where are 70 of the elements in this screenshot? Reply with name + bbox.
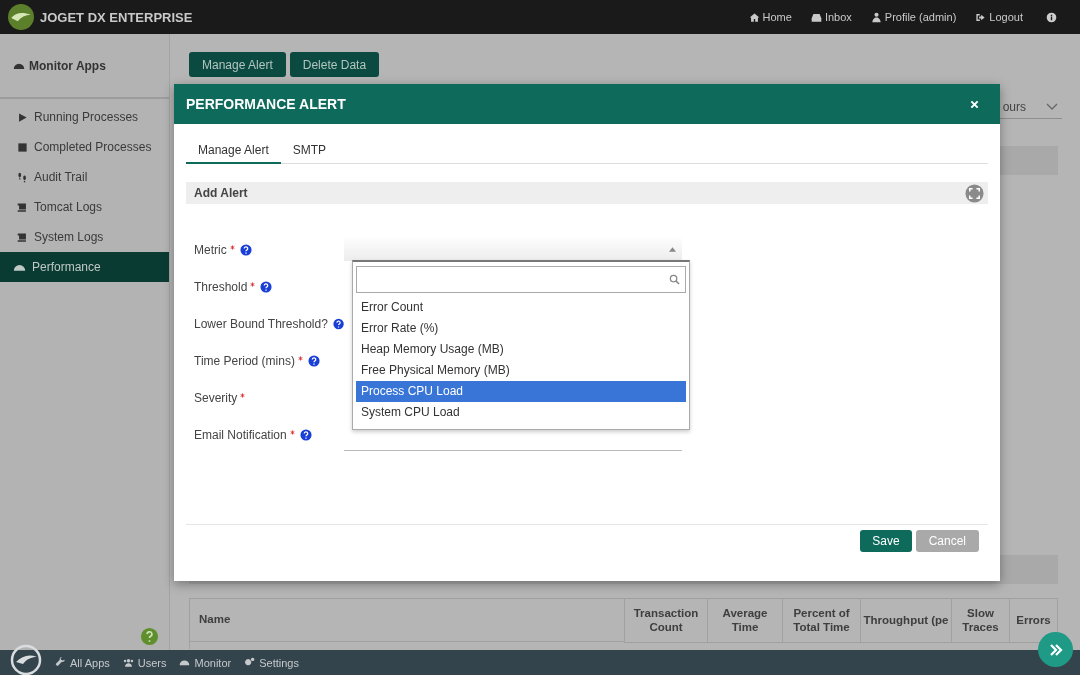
square-icon — [17, 141, 28, 153]
help-icon[interactable] — [332, 317, 344, 330]
dropdown-option[interactable]: Error Count — [356, 297, 686, 318]
sidebar-item[interactable]: Running Processes — [0, 102, 169, 132]
sidebar-item[interactable]: Audit Trail — [0, 162, 169, 192]
dropdown-option[interactable]: Free Physical Memory (MB) — [356, 360, 686, 381]
play-icon — [17, 111, 28, 123]
caret-up-icon — [669, 247, 676, 252]
column-header[interactable]: Percent of Total Time — [782, 599, 860, 643]
gears-icon — [244, 657, 256, 668]
chevron-down-icon — [1046, 103, 1058, 111]
bottom-nav-link[interactable]: Users — [122, 656, 167, 669]
fullscreen-icon[interactable] — [965, 183, 984, 203]
home-icon — [748, 11, 760, 23]
column-header[interactable]: Throughput (pe — [860, 599, 951, 643]
sidebar-title: Monitor Apps — [0, 34, 169, 99]
bottom-nav-link[interactable]: Settings — [244, 656, 299, 669]
terminal-icon — [17, 201, 28, 213]
info-icon[interactable] — [1046, 11, 1057, 23]
bottom-nav-link[interactable]: Monitor — [179, 656, 232, 669]
logout-icon — [975, 11, 987, 23]
search-field[interactable] — [356, 266, 686, 293]
nav-link[interactable]: Profile (admin) — [870, 11, 957, 23]
metric-select[interactable] — [344, 238, 682, 261]
toolbar-button[interactable]: Manage Alert — [189, 52, 286, 77]
column-header[interactable]: Slow Traces — [951, 599, 1009, 643]
double-chevron-icon — [1047, 641, 1064, 658]
terminal-icon — [17, 231, 28, 243]
sidebar-item[interactable]: Performance — [0, 252, 169, 282]
dropdown-option[interactable]: Error Rate (%) — [356, 318, 686, 339]
section-title: Add Alert — [194, 186, 248, 200]
logo-icon — [8, 4, 34, 30]
dropdown-option[interactable]: System CPU Load — [356, 402, 686, 423]
help-icon[interactable] — [307, 354, 320, 367]
help-icon[interactable] — [299, 428, 312, 441]
close-icon[interactable] — [970, 99, 979, 109]
inbox-icon — [810, 11, 822, 23]
tab[interactable]: SMTP — [280, 140, 339, 163]
toolbar-button[interactable]: Delete Data — [289, 52, 380, 77]
nav-link[interactable]: Home — [748, 11, 792, 23]
logo-icon[interactable] — [10, 643, 42, 675]
field-label: Lower Bound Threshold? — [194, 316, 328, 331]
field-label: Time Period (mins) — [194, 353, 295, 368]
column-header[interactable]: Average Time — [707, 599, 782, 643]
footprints-icon — [17, 171, 28, 183]
field-label: Severity — [194, 390, 238, 405]
search-icon — [669, 274, 680, 285]
dropdown-option[interactable]: Heap Memory Usage (MB) — [356, 339, 686, 360]
help-icon[interactable] — [239, 243, 252, 256]
help-icon[interactable] — [260, 280, 273, 293]
field-label: Threshold — [194, 279, 248, 294]
sidebar-item[interactable]: Completed Processes — [0, 132, 169, 162]
tab[interactable]: Manage Alert — [186, 140, 281, 164]
bottom-nav-link[interactable]: All Apps — [55, 656, 110, 669]
modal-title: PERFORMANCE ALERT — [186, 96, 346, 112]
nav-link[interactable]: Logout — [975, 11, 1023, 23]
gauge-icon — [179, 657, 191, 668]
sidebar-item[interactable]: System Logs — [0, 222, 169, 252]
column-header[interactable]: Name — [190, 599, 624, 642]
nav-link[interactable]: Inbox — [810, 11, 852, 23]
sidebar-item[interactable]: Tomcat Logs — [0, 192, 169, 222]
users-icon — [122, 657, 134, 668]
column-header[interactable]: Transaction Count — [624, 599, 707, 643]
field-label: Email Notification — [194, 427, 287, 442]
dropdown-option[interactable]: Process CPU Load — [356, 381, 686, 402]
field-label: Metric — [194, 242, 227, 257]
save-button[interactable]: Save — [860, 530, 912, 552]
user-icon — [870, 11, 882, 23]
wrench-icon — [55, 657, 66, 668]
brand-name: JOGET DX ENTERPRISE — [40, 9, 193, 25]
